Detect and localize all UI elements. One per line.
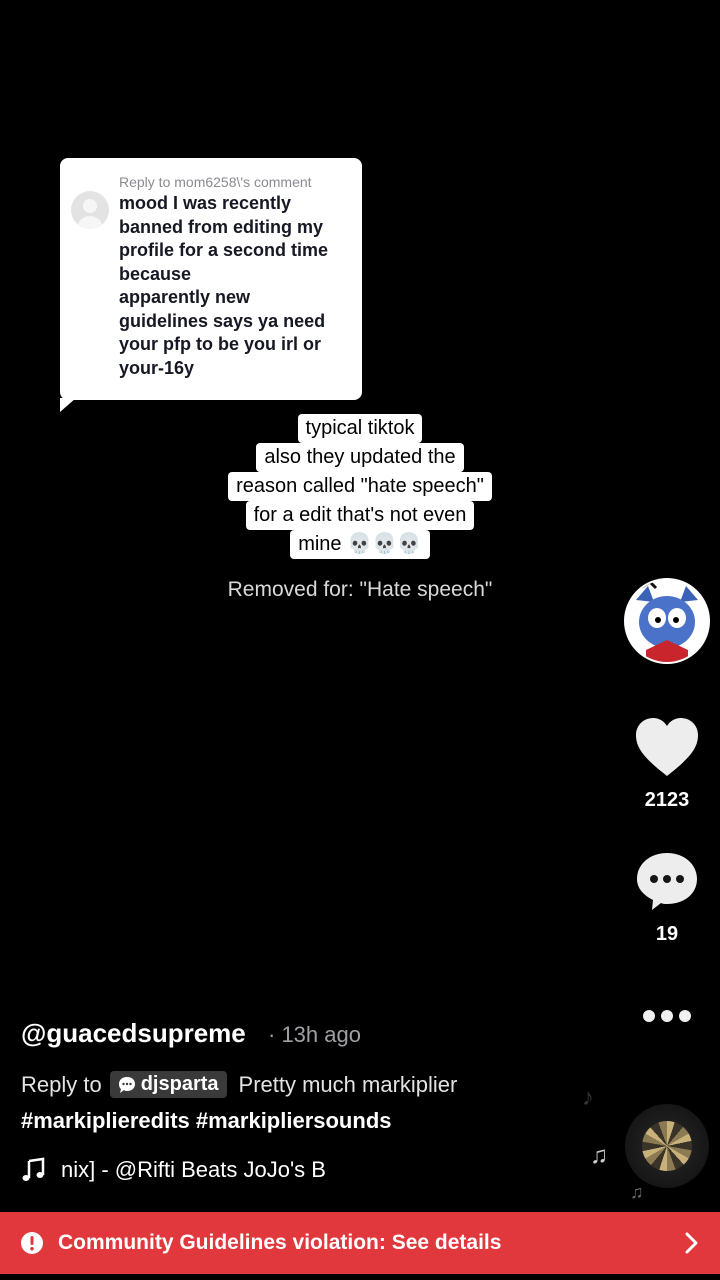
comment-chip-icon (118, 1076, 135, 1093)
floating-note-icon: ♪ (582, 1084, 594, 1111)
bottom-strip (0, 1274, 720, 1280)
violation-banner[interactable]: Community Guidelines violation: See deta… (0, 1212, 720, 1274)
music-disc[interactable] (625, 1104, 709, 1188)
caption-line: reason called "hate speech" (228, 472, 492, 501)
author-username[interactable]: @guacedsupreme (21, 1018, 246, 1049)
post-timestamp: · 13h ago (268, 1022, 361, 1047)
floating-note-icon: ♫ (630, 1182, 644, 1202)
comment-button[interactable]: 19 (620, 850, 714, 946)
heart-icon (636, 718, 698, 776)
removed-notice: Removed for: "Hate speech" (227, 578, 493, 601)
reply-comment-text: mood I was recently banned from editing … (119, 193, 329, 378)
comment-bubble-icon (637, 853, 697, 910)
music-note-icon (22, 1157, 45, 1181)
alert-circle-icon (21, 1232, 43, 1254)
reply-prefix: Reply to (21, 1071, 102, 1097)
like-button[interactable]: 2123 (620, 716, 714, 812)
music-disc-cover (642, 1121, 692, 1171)
commenter-avatar (71, 191, 109, 229)
chevron-right-icon (685, 1232, 698, 1254)
caption-line: typical tiktok (297, 414, 423, 443)
creator-avatar[interactable] (624, 578, 710, 664)
reply-user-name: djsparta (140, 1073, 219, 1095)
more-options-button[interactable] (620, 1004, 714, 1033)
floating-note-icon: ♫ (590, 1142, 608, 1169)
caption-line: mine 💀💀💀 (290, 530, 430, 559)
music-title: nix] - @Rifti Beats JoJo's B (61, 1157, 326, 1182)
reply-user-chip[interactable]: djsparta (109, 1071, 227, 1098)
description-text: Pretty much markiplier (238, 1071, 458, 1097)
music-info[interactable]: nix] - @Rifti Beats JoJo's B (21, 1155, 416, 1185)
violation-text: Community Guidelines violation: See deta… (58, 1231, 502, 1254)
post-description: Reply to djsparta Pretty much markiplier (21, 1071, 457, 1098)
reply-comment-sticker: Reply to mom6258\'s comment mood I was r… (60, 158, 362, 412)
more-dots-icon (643, 1010, 691, 1022)
caption-line: also they updated the (256, 443, 464, 472)
caption-line: for a edit that's not even (245, 501, 475, 530)
creator-avatar-image (626, 580, 708, 662)
like-count: 2123 (644, 789, 690, 811)
video-caption: typical tiktok also they updated the rea… (0, 414, 720, 559)
post-hashtags[interactable]: #markiplieredits #markipliersounds (21, 1108, 392, 1134)
comment-count: 19 (655, 923, 679, 945)
reply-comment-header: Reply to mom6258\'s comment (119, 174, 312, 190)
